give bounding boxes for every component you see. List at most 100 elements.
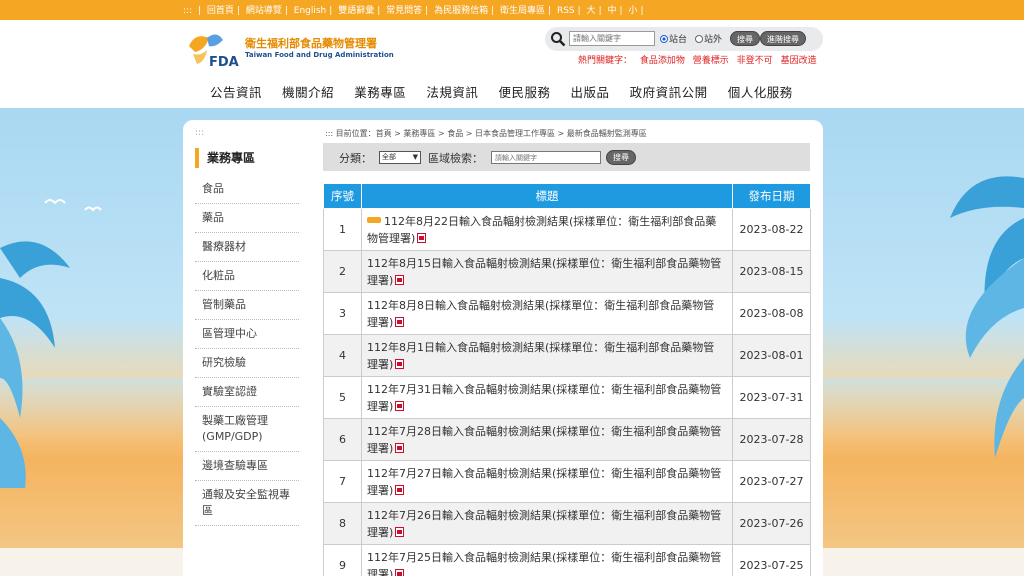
- site-search-box: 站台 站外 搜尋 進階搜尋: [545, 27, 823, 51]
- sidebar: 業務專區 食品 藥品 醫療器材 化粧品 管制藥品 區管理中心 研究檢驗 實驗室認…: [195, 148, 299, 526]
- row-seq: 2: [323, 250, 362, 293]
- row-title-cell: 112年7月31日輸入食品輻射檢測結果(採樣單位：衛生福利部食品藥物管理署): [361, 376, 733, 419]
- table-row: 1 112年8月22日輸入食品輻射檢測結果(採樣單位：衛生福利部食品藥物管理署)…: [323, 208, 811, 251]
- table-row: 6 112年7月28日輸入食品輻射檢測結果(採樣單位：衛生福利部食品藥物管理署)…: [323, 418, 811, 461]
- row-date: 2023-08-22: [732, 208, 811, 251]
- row-date: 2023-08-01: [732, 334, 811, 377]
- health-bureau-link[interactable]: 衛生局專區: [500, 6, 545, 16]
- nav-open-government[interactable]: 政府資訊公開: [630, 82, 708, 101]
- site-search-input[interactable]: [569, 31, 655, 46]
- row-seq: 3: [323, 292, 362, 335]
- pdf-icon[interactable]: [395, 316, 405, 327]
- table-row: 4 112年8月1日輸入食品輻射檢測結果(採樣單位：衛生福利部食品藥物管理署) …: [323, 334, 811, 377]
- font-large-link[interactable]: 大: [587, 6, 596, 16]
- region-search-label: 區域檢索：: [428, 152, 483, 165]
- sitemap-link[interactable]: 網站導覽: [246, 6, 282, 16]
- row-title-link[interactable]: 112年8月1日輸入食品輻射檢測結果(採樣單位：衛生福利部食品藥物管理署): [367, 341, 714, 371]
- radio-site-dot[interactable]: [660, 35, 668, 43]
- nav-personalized[interactable]: 個人化服務: [728, 82, 793, 101]
- accesskey-dots: :::: [183, 6, 195, 16]
- nav-publications[interactable]: 出版品: [571, 82, 610, 101]
- row-title-link[interactable]: 112年7月26日輸入食品輻射檢測結果(採樣單位：衛生福利部食品藥物管理署): [367, 509, 721, 539]
- table-row: 7 112年7月27日輸入食品輻射檢測結果(採樣單位：衛生福利部食品藥物管理署)…: [323, 460, 811, 503]
- row-title-link[interactable]: 112年8月8日輸入食品輻射檢測結果(採樣單位：衛生福利部食品藥物管理署): [367, 299, 714, 329]
- region-search-input[interactable]: [491, 151, 601, 164]
- fda-butterfly-logo-icon: FDA: [189, 34, 239, 70]
- row-seq: 8: [323, 502, 362, 545]
- chevron-down-icon: ▼: [412, 153, 418, 161]
- nav-business[interactable]: 業務專區: [354, 82, 406, 101]
- row-title-cell: 112年7月26日輸入食品輻射檢測結果(採樣單位：衛生福利部食品藥物管理署): [361, 502, 733, 545]
- column-header-seq: 序號: [323, 183, 362, 209]
- pdf-icon[interactable]: [395, 568, 405, 576]
- font-small-link[interactable]: 小: [628, 6, 637, 16]
- pdf-icon[interactable]: [395, 442, 405, 453]
- pdf-icon[interactable]: [417, 232, 427, 243]
- row-title-cell: 112年8月22日輸入食品輻射檢測結果(採樣單位：衛生福利部食品藥物管理署): [361, 208, 733, 251]
- rss-link[interactable]: RSS: [557, 6, 575, 16]
- row-title-link[interactable]: 112年7月28日輸入食品輻射檢測結果(採樣單位：衛生福利部食品藥物管理署): [367, 425, 721, 455]
- row-title-link[interactable]: 112年7月25日輸入食品輻射檢測結果(採樣單位：衛生福利部食品藥物管理署): [367, 551, 721, 576]
- sidebar-item-drugs[interactable]: 藥品: [195, 204, 299, 233]
- site-logo[interactable]: FDA 衛生福利部食品藥物管理署 Taiwan Food and Drug Ad…: [185, 30, 394, 70]
- row-title-link[interactable]: 112年8月15日輸入食品輻射檢測結果(採樣單位：衛生福利部食品藥物管理署): [367, 257, 721, 287]
- hot-keywords-label: 熱門關鍵字：: [578, 56, 633, 66]
- palm-tree-right-icon: [950, 176, 1024, 458]
- sidebar-item-gmp-gdp[interactable]: 製藥工廠管理(GMP/GDP): [195, 407, 299, 452]
- faq-link[interactable]: 常見問答: [386, 6, 422, 16]
- main-navigation: 公告資訊 機關介紹 業務專區 法規資訊 便民服務 出版品 政府資訊公開 個人化服…: [210, 82, 808, 100]
- row-title-cell: 112年7月28日輸入食品輻射檢測結果(採樣單位：衛生福利部食品藥物管理署): [361, 418, 733, 461]
- sidebar-item-food[interactable]: 食品: [195, 175, 299, 204]
- row-seq: 7: [323, 460, 362, 503]
- category-selected-value: 全部: [382, 153, 396, 161]
- site-search-button[interactable]: 搜尋: [730, 31, 760, 46]
- row-seq: 5: [323, 376, 362, 419]
- hot-keyword[interactable]: 食品添加物: [640, 56, 685, 66]
- row-date: 2023-07-27: [732, 460, 811, 503]
- row-title-link[interactable]: 112年7月31日輸入食品輻射檢測結果(採樣單位：衛生福利部食品藥物管理署): [367, 383, 721, 413]
- top-links: ::: | 回首頁 | 網站導覽 | English | 雙語辭彙 | 常見問答 | 為民…: [183, 6, 644, 16]
- sidebar-item-medical-devices[interactable]: 醫療器材: [195, 233, 299, 262]
- font-medium-link[interactable]: 中: [607, 6, 616, 16]
- table-row: 3 112年8月8日輸入食品輻射檢測結果(採樣單位：衛生福利部食品藥物管理署) …: [323, 292, 811, 335]
- logo-title: 衛生福利部食品藥物管理署: [245, 37, 377, 50]
- row-date: 2023-07-25: [732, 544, 811, 576]
- pdf-icon[interactable]: [395, 526, 405, 537]
- sidebar-item-safety-monitoring[interactable]: 通報及安全監視專區: [195, 481, 299, 526]
- nav-announcements[interactable]: 公告資訊: [210, 82, 262, 101]
- hot-keyword[interactable]: 基因改造: [781, 56, 817, 66]
- sidebar-item-regional-centers[interactable]: 區管理中心: [195, 320, 299, 349]
- radio-external-dot[interactable]: [695, 35, 703, 43]
- search-icon: [551, 32, 566, 47]
- hot-keyword[interactable]: 非登不可: [737, 56, 773, 66]
- sidebar-item-lab-accreditation[interactable]: 實驗室認證: [195, 378, 299, 407]
- sidebar-item-research[interactable]: 研究檢驗: [195, 349, 299, 378]
- filter-search-button[interactable]: 搜尋: [606, 150, 636, 165]
- sidebar-item-cosmetics[interactable]: 化粧品: [195, 262, 299, 291]
- pdf-icon[interactable]: [395, 484, 405, 495]
- nav-about[interactable]: 機關介紹: [282, 82, 334, 101]
- pdf-icon[interactable]: [395, 400, 405, 411]
- row-title-link[interactable]: 112年7月27日輸入食品輻射檢測結果(採樣單位：衛生福利部食品藥物管理署): [367, 467, 721, 497]
- row-date: 2023-08-08: [732, 292, 811, 335]
- home-link[interactable]: 回首頁: [207, 6, 234, 16]
- birds-icon: [44, 199, 102, 212]
- english-link[interactable]: English: [294, 6, 327, 16]
- mailbox-link[interactable]: 為民服務信箱: [434, 6, 488, 16]
- nav-regulations[interactable]: 法規資訊: [426, 82, 478, 101]
- table-row: 8 112年7月26日輸入食品輻射檢測結果(採樣單位：衛生福利部食品藥物管理署)…: [323, 502, 811, 545]
- pdf-icon[interactable]: [395, 358, 405, 369]
- pdf-icon[interactable]: [395, 274, 405, 285]
- radio-site[interactable]: 站台: [660, 32, 687, 45]
- sidebar-item-border-inspection[interactable]: 邊境查驗專區: [195, 452, 299, 481]
- column-header-date: 發布日期: [732, 183, 811, 209]
- hot-keyword[interactable]: 營養標示: [693, 56, 729, 66]
- glossary-link[interactable]: 雙語辭彙: [338, 6, 374, 16]
- sidebar-item-controlled-drugs[interactable]: 管制藥品: [195, 291, 299, 320]
- nav-services[interactable]: 便民服務: [498, 82, 550, 101]
- advanced-search-button[interactable]: 進階搜尋: [760, 31, 806, 46]
- results-table: 序號 標題 發布日期 1 112年8月22日輸入食品輻射檢測結果(採樣單位：衛生…: [323, 183, 811, 576]
- site-header: FDA 衛生福利部食品藥物管理署 Taiwan Food and Drug Ad…: [0, 20, 1024, 108]
- category-select[interactable]: 全部 ▼: [379, 151, 421, 164]
- radio-external[interactable]: 站外: [695, 32, 722, 45]
